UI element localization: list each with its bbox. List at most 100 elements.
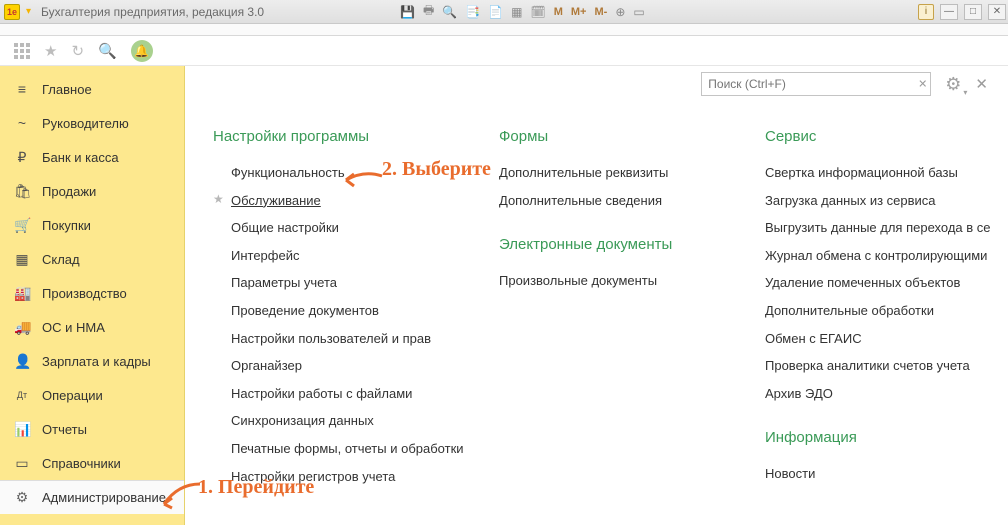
link-custom-docs[interactable]: Произвольные документы: [499, 267, 739, 295]
link-load-service[interactable]: Загрузка данных из сервиса: [765, 187, 1008, 215]
link-extra-info[interactable]: Дополнительные сведения: [499, 187, 739, 215]
sidebar-item-manager[interactable]: ~ Руководителю: [0, 106, 184, 140]
hamburger-icon: ≡: [14, 81, 30, 97]
link-edo-archive[interactable]: Архив ЭДО: [765, 380, 1008, 408]
app-logo-1c: 1e: [4, 4, 20, 20]
link-maintenance[interactable]: Обслуживание: [213, 187, 473, 215]
main-pane: ✕ ⚙▾ ✕ Настройки программы Функционально…: [185, 66, 1008, 525]
chart-icon: 📊: [14, 421, 30, 438]
sidebar: ≡Главное ~Руководителю ₽Банк и касса 🛍Пр…: [0, 66, 185, 525]
sidebar-item-assets[interactable]: 🚚ОС и НМА: [0, 310, 184, 344]
search-wrap: ✕: [701, 72, 931, 96]
sidebar-item-label: Склад: [42, 252, 80, 267]
search-icon[interactable]: 🔍: [98, 42, 117, 60]
search-input[interactable]: [701, 72, 931, 96]
bag-icon: 🛍: [14, 183, 30, 200]
window-titlebar: 1e ▾ Бухгалтерия предприятия, редакция 3…: [0, 0, 1008, 24]
content-columns: Настройки программы Функциональность Обс…: [213, 128, 988, 490]
link-organizer[interactable]: Органайзер: [213, 352, 473, 380]
link-exchange-journal[interactable]: Журнал обмена с контролирующими: [765, 242, 1008, 270]
notifications-bell-icon[interactable]: 🔔: [131, 40, 153, 62]
column-forms-edocs: Формы Дополнительные реквизиты Дополните…: [499, 128, 739, 490]
section-title-settings: Настройки программы: [213, 128, 473, 145]
sidebar-item-reports[interactable]: 📊 Отчеты: [0, 412, 184, 446]
link-users-rights[interactable]: Настройки пользователей и прав: [213, 325, 473, 353]
settings-gear-icon[interactable]: ⚙▾: [945, 74, 961, 95]
app-menu-dropdown-icon[interactable]: ▾: [26, 6, 31, 17]
link-data-sync[interactable]: Синхронизация данных: [213, 407, 473, 435]
link-print-forms[interactable]: Печатные формы, отчеты и обработки: [213, 435, 473, 463]
memory-m-button[interactable]: M: [554, 6, 563, 18]
save-icon[interactable]: 💾: [400, 5, 415, 19]
calc-icon[interactable]: ▦: [511, 5, 522, 19]
sidebar-item-label: Банк и касса: [42, 150, 119, 165]
link-export-migration[interactable]: Выгрузить данные для перехода в се: [765, 214, 1008, 242]
link-extra-processing[interactable]: Дополнительные обработки: [765, 297, 1008, 325]
chevron-down-icon: ▾: [963, 88, 967, 97]
sidebar-item-catalogs[interactable]: ▭Справочники: [0, 446, 184, 480]
sidebar-item-label: Производство: [42, 286, 127, 301]
sidebar-item-label: Главное: [42, 82, 92, 97]
close-pane-icon[interactable]: ✕: [975, 75, 988, 93]
memory-mminus-button[interactable]: M-: [594, 6, 607, 18]
factory-icon: 🏭: [14, 285, 30, 302]
sidebar-item-label: Зарплата и кадры: [42, 354, 151, 369]
window-title: Бухгалтерия предприятия, редакция 3.0: [41, 5, 264, 19]
file-icon[interactable]: 📄: [488, 5, 503, 19]
sidebar-item-warehouse[interactable]: ▦ Склад: [0, 242, 184, 276]
preview-icon[interactable]: 🔍: [442, 5, 457, 19]
sidebar-item-administration[interactable]: ⚙Администрирование: [0, 480, 184, 514]
column-service-info: Сервис Свертка информационной базы Загру…: [765, 128, 1008, 490]
main-toolbar: ✕ ⚙▾ ✕: [701, 72, 988, 96]
sidebar-item-operations[interactable]: Дт Операции: [0, 378, 184, 412]
history-icon[interactable]: ↻: [71, 42, 84, 60]
info-badge[interactable]: i: [918, 4, 934, 20]
section-title-edocs: Электронные документы: [499, 236, 739, 253]
favorites-star-icon[interactable]: ★: [44, 42, 57, 60]
dtkt-icon: Дт: [14, 390, 30, 400]
link-egais[interactable]: Обмен с ЕГАИС: [765, 325, 1008, 353]
window-controls: i — □ ✕: [918, 0, 1006, 23]
compare-icon[interactable]: 📑: [465, 5, 480, 19]
link-accounting-params[interactable]: Параметры учета: [213, 269, 473, 297]
trend-icon: ~: [14, 115, 30, 131]
sidebar-item-label: ОС и НМА: [42, 320, 105, 335]
sidebar-item-label: Руководителю: [42, 116, 129, 131]
maximize-button[interactable]: □: [964, 4, 982, 20]
link-doc-posting[interactable]: Проведение документов: [213, 297, 473, 325]
close-window-button[interactable]: ✕: [988, 4, 1006, 20]
sidebar-item-main[interactable]: ≡ Главное: [0, 72, 184, 106]
print-icon[interactable]: 🖶: [423, 1, 434, 22]
link-general-settings[interactable]: Общие настройки: [213, 214, 473, 242]
sidebar-item-hr[interactable]: 👤Зарплата и кадры: [0, 344, 184, 378]
link-analytics-check[interactable]: Проверка аналитики счетов учета: [765, 352, 1008, 380]
calendar-icon[interactable]: 🗓: [530, 5, 545, 19]
minimize-button[interactable]: —: [940, 4, 958, 20]
section-title-forms: Формы: [499, 128, 739, 145]
apps-grid-icon[interactable]: [14, 43, 30, 59]
link-news[interactable]: Новости: [765, 460, 1008, 488]
link-file-settings[interactable]: Настройки работы с файлами: [213, 380, 473, 408]
sidebar-item-sales[interactable]: 🛍Продажи: [0, 174, 184, 208]
link-functionality[interactable]: Функциональность: [213, 159, 473, 187]
layout-icon[interactable]: ▭: [633, 5, 644, 19]
link-register-settings[interactable]: Настройки регистров учета: [213, 463, 473, 491]
sidebar-item-bank[interactable]: ₽ Банк и касса: [0, 140, 184, 174]
sidebar-item-label: Администрирование: [42, 490, 166, 505]
link-delete-marked[interactable]: Удаление помеченных объектов: [765, 269, 1008, 297]
ruble-icon: ₽: [14, 149, 30, 166]
icon-bar: ★ ↻ 🔍 🔔: [0, 36, 1008, 66]
sidebar-item-label: Отчеты: [42, 422, 87, 437]
link-db-compact[interactable]: Свертка информационной базы: [765, 159, 1008, 187]
sidebar-item-purchases[interactable]: 🛒Покупки: [0, 208, 184, 242]
window-substrip: [0, 24, 1008, 36]
boxes-icon: ▦: [14, 251, 30, 268]
section-title-service: Сервис: [765, 128, 1008, 145]
memory-mplus-button[interactable]: M+: [571, 6, 587, 18]
search-clear-icon[interactable]: ✕: [918, 78, 927, 91]
zoom-in-icon[interactable]: ⊕: [615, 5, 625, 19]
link-interface[interactable]: Интерфейс: [213, 242, 473, 270]
link-extra-props[interactable]: Дополнительные реквизиты: [499, 159, 739, 187]
sidebar-item-label: Операции: [42, 388, 103, 403]
sidebar-item-production[interactable]: 🏭 Производство: [0, 276, 184, 310]
